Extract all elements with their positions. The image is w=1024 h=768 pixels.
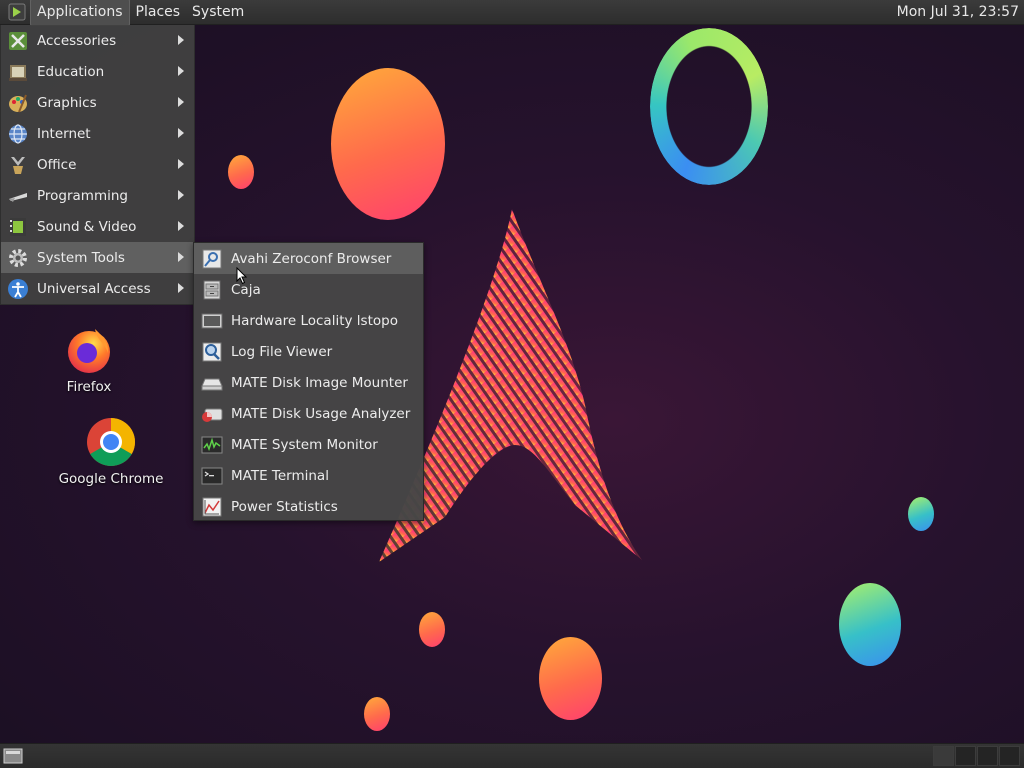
terminal-icon (201, 467, 223, 484)
education-icon (9, 64, 27, 81)
menu-item-programming[interactable]: Programming (1, 180, 194, 211)
applications-menu: Accessories Education Graphics Internet … (0, 25, 195, 305)
system-tools-submenu: Avahi Zeroconf Browser Caja Hardware Loc… (193, 242, 424, 521)
submenu-arrow-icon (178, 252, 184, 262)
chrome-icon (87, 417, 135, 467)
office-icon (11, 156, 25, 174)
menu-item-avahi-zeroconf-browser[interactable]: Avahi Zeroconf Browser (194, 243, 423, 274)
menu-item-label: Avahi Zeroconf Browser (231, 250, 392, 267)
menu-item-mate-system-monitor[interactable]: MATE System Monitor (194, 429, 423, 460)
network-search-icon (202, 249, 222, 268)
wallpaper-orange-circle (364, 697, 390, 731)
submenu-arrow-icon (178, 66, 184, 76)
show-desktop-icon[interactable] (3, 747, 23, 765)
accessibility-icon (8, 278, 28, 299)
menu-item-label: Internet (37, 125, 91, 142)
desktop-icon-label: Google Chrome (58, 471, 164, 487)
bottom-panel (0, 743, 1024, 768)
submenu-arrow-icon (178, 35, 184, 45)
menu-item-label: Hardware Locality lstopo (231, 312, 398, 329)
workspace-switcher-4[interactable] (999, 746, 1020, 766)
wallpaper-gradient-ring (650, 28, 768, 185)
workspace-switcher-1[interactable] (933, 746, 954, 766)
menu-item-label: Graphics (37, 94, 97, 111)
menu-item-power-statistics[interactable]: Power Statistics (194, 491, 423, 522)
menu-item-system-tools[interactable]: System Tools (1, 242, 194, 273)
desktop-icon-google-chrome[interactable]: Google Chrome (56, 417, 166, 487)
places-menu-button[interactable]: Places (130, 0, 187, 25)
power-graph-icon (202, 497, 222, 516)
menu-item-education[interactable]: Education (1, 56, 194, 87)
workspace-switcher-2[interactable] (955, 746, 976, 766)
wallpaper-teal-circle (908, 497, 934, 531)
mate-logo-icon[interactable] (6, 1, 28, 23)
desktop-icon-label: Firefox (66, 379, 112, 395)
disk-usage-icon (202, 408, 223, 422)
top-panel: Applications Places System Mon Jul 31, 2… (0, 0, 1024, 26)
menu-item-graphics[interactable]: Graphics (1, 87, 194, 118)
menu-item-label: Sound & Video (37, 218, 137, 235)
menu-item-label: Universal Access (37, 280, 151, 297)
submenu-arrow-icon (178, 283, 184, 293)
menu-item-internet[interactable]: Internet (1, 118, 194, 149)
submenu-arrow-icon (178, 190, 184, 200)
menu-item-label: MATE Disk Image Mounter (231, 374, 408, 391)
gear-icon (9, 248, 27, 267)
wallpaper-orange-circle (331, 68, 445, 220)
system-monitor-icon (201, 436, 223, 453)
clock[interactable]: Mon Jul 31, 23:57 (897, 4, 1024, 20)
wallpaper-orange-circle (228, 155, 254, 189)
wallpaper-orange-circle (419, 612, 445, 647)
sound-video-icon (10, 217, 26, 236)
workspace-switcher-3[interactable] (977, 746, 998, 766)
menu-item-label: Programming (37, 187, 128, 204)
magnifier-icon (202, 342, 222, 361)
monitor-icon (201, 313, 223, 328)
mouse-cursor-icon (236, 267, 248, 285)
menu-item-mate-terminal[interactable]: MATE Terminal (194, 460, 423, 491)
file-cabinet-icon (203, 280, 221, 299)
firefox-icon (68, 329, 110, 373)
menu-item-mate-disk-image-mounter[interactable]: MATE Disk Image Mounter (194, 367, 423, 398)
submenu-arrow-icon (178, 221, 184, 231)
programming-icon (9, 192, 27, 202)
menu-item-label: Accessories (37, 32, 117, 49)
menu-item-label: Office (37, 156, 77, 173)
accessories-icon (9, 31, 27, 50)
internet-globe-icon (9, 123, 27, 144)
menu-item-label: Education (37, 63, 105, 80)
menu-item-label: MATE System Monitor (231, 436, 378, 453)
menu-item-label: Power Statistics (231, 498, 338, 515)
menu-item-office[interactable]: Office (1, 149, 194, 180)
menu-item-label: MATE Terminal (231, 467, 329, 484)
submenu-arrow-icon (178, 128, 184, 138)
menu-item-accessories[interactable]: Accessories (1, 25, 194, 56)
desktop-icon-firefox[interactable]: Firefox (58, 325, 120, 395)
graphics-icon (9, 94, 27, 112)
menu-item-log-file-viewer[interactable]: Log File Viewer (194, 336, 423, 367)
menu-item-sound-video[interactable]: Sound & Video (1, 211, 194, 242)
wallpaper-teal-circle (839, 583, 901, 666)
menu-item-label: System Tools (37, 249, 125, 266)
submenu-arrow-icon (178, 97, 184, 107)
menu-item-universal-access[interactable]: Universal Access (1, 273, 194, 304)
menu-item-mate-disk-usage-analyzer[interactable]: MATE Disk Usage Analyzer (194, 398, 423, 429)
disk-drive-icon (201, 378, 223, 390)
menu-item-hardware-locality-lstopo[interactable]: Hardware Locality lstopo (194, 305, 423, 336)
applications-menu-button[interactable]: Applications (30, 0, 130, 26)
menu-item-label: Log File Viewer (231, 343, 333, 360)
system-menu-button[interactable]: System (186, 0, 250, 25)
wallpaper-orange-circle (539, 637, 602, 720)
submenu-arrow-icon (178, 159, 184, 169)
menu-item-caja[interactable]: Caja (194, 274, 423, 305)
menu-item-label: MATE Disk Usage Analyzer (231, 405, 411, 422)
